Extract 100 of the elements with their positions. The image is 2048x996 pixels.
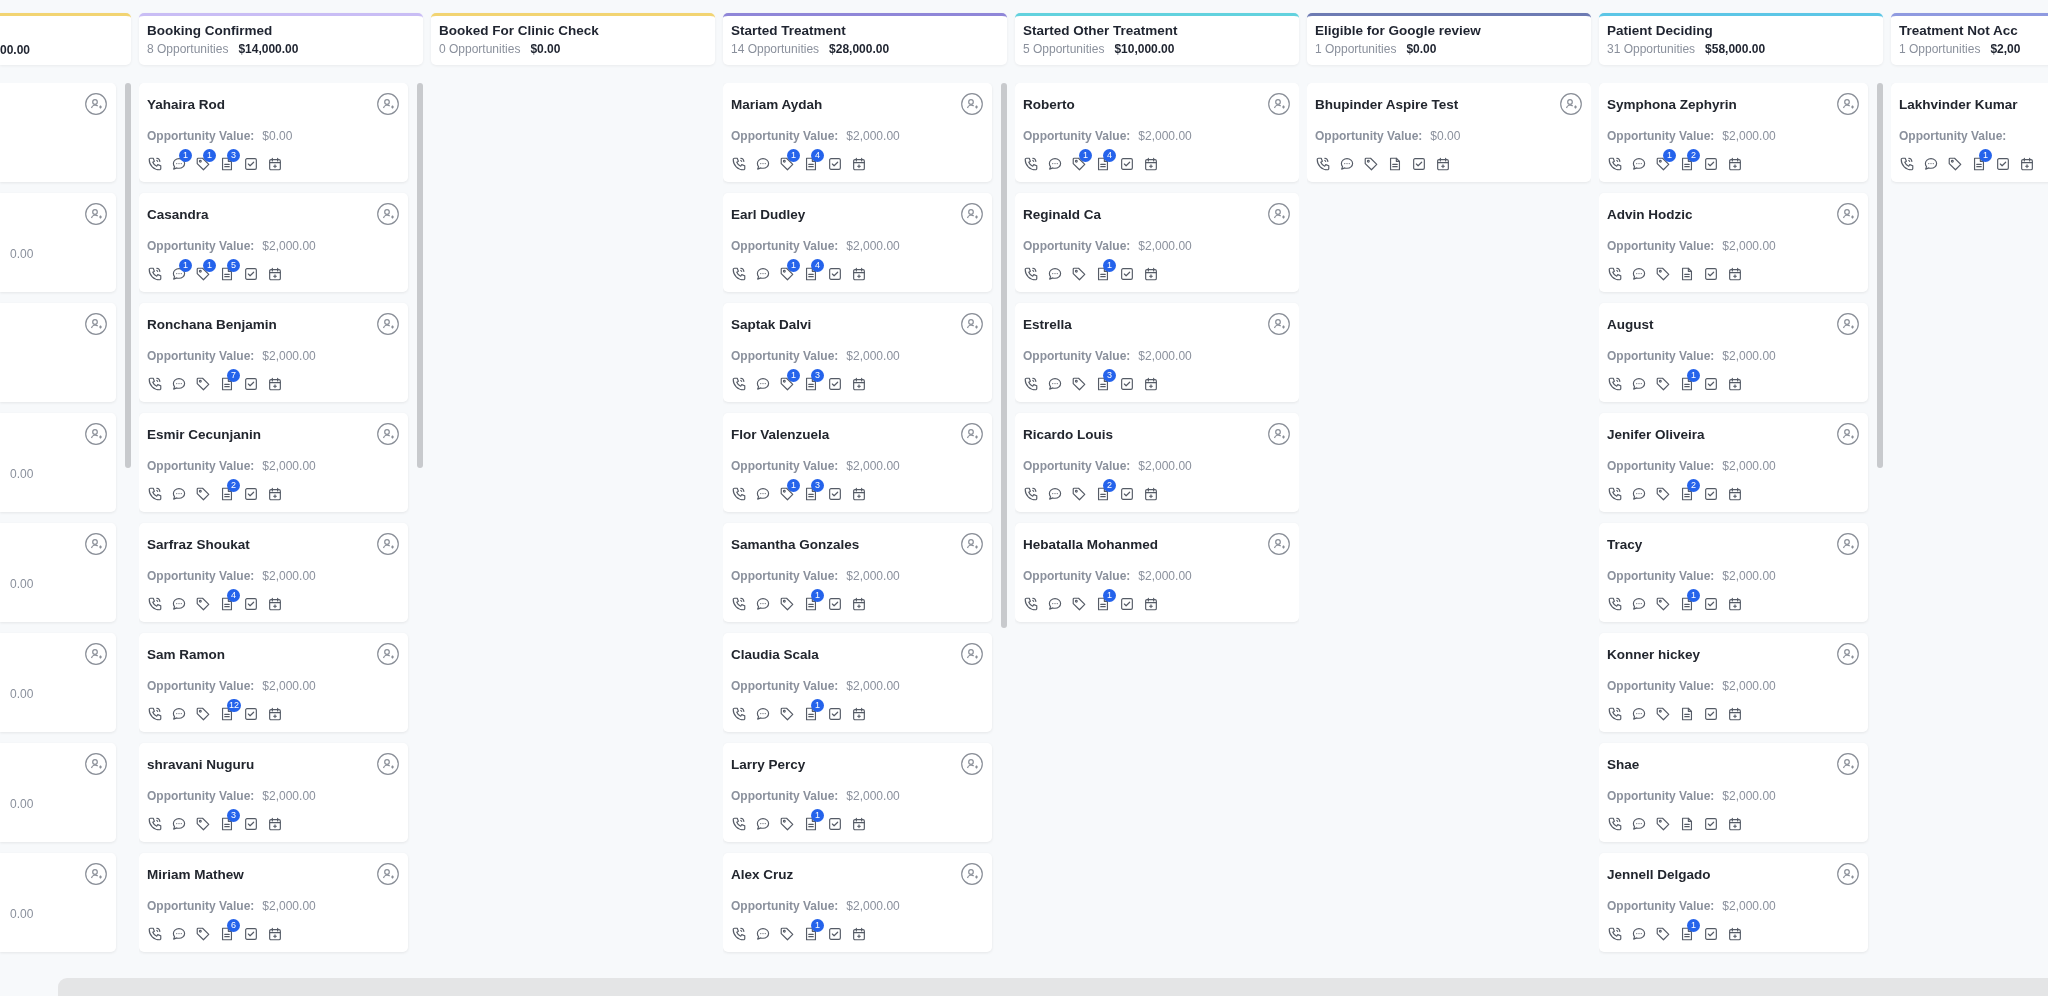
- tag-icon[interactable]: [195, 926, 211, 942]
- contact-name[interactable]: Ricardo Louis: [1023, 426, 1113, 442]
- assign-user-icon[interactable]: [377, 533, 399, 555]
- chat-icon[interactable]: [755, 266, 771, 282]
- checkbox-icon[interactable]: [243, 266, 259, 282]
- tag-icon[interactable]: [779, 376, 795, 392]
- chat-icon[interactable]: [1047, 596, 1063, 612]
- checkbox-icon[interactable]: [1703, 706, 1719, 722]
- document-icon[interactable]: [1971, 156, 1987, 172]
- document-icon[interactable]: [1679, 926, 1695, 942]
- calendar-icon[interactable]: [851, 266, 867, 282]
- phone-icon[interactable]: [731, 816, 747, 832]
- contact-name[interactable]: Advin Hodzic: [1607, 206, 1693, 222]
- opportunity-card[interactable]: Larry Percy Opportunity Value: $2,000.00 1: [723, 743, 992, 842]
- chat-icon[interactable]: [1631, 926, 1647, 942]
- assign-user-icon[interactable]: [85, 643, 107, 665]
- checkbox-icon[interactable]: [827, 816, 843, 832]
- assign-user-icon[interactable]: [1837, 93, 1859, 115]
- chat-icon[interactable]: [755, 486, 771, 502]
- checkbox-icon[interactable]: [1119, 596, 1135, 612]
- tag-icon[interactable]: [195, 266, 211, 282]
- opportunity-card[interactable]: Casandra Opportunity Value: $2,000.00 1 1 5: [139, 193, 408, 292]
- opportunity-card[interactable]: Roberto Opportunity Value: $2,000.00 1 4: [1015, 83, 1299, 182]
- phone-icon[interactable]: [1023, 266, 1039, 282]
- chat-icon[interactable]: [171, 376, 187, 392]
- chat-icon[interactable]: [171, 266, 187, 282]
- checkbox-icon[interactable]: [1703, 596, 1719, 612]
- calendar-icon[interactable]: [1727, 156, 1743, 172]
- phone-icon[interactable]: [731, 706, 747, 722]
- document-icon[interactable]: [803, 816, 819, 832]
- checkbox-icon[interactable]: [1703, 926, 1719, 942]
- contact-name[interactable]: Jenifer Oliveira: [1607, 426, 1705, 442]
- calendar-icon[interactable]: [1727, 816, 1743, 832]
- document-icon[interactable]: [219, 596, 235, 612]
- opportunity-card[interactable]: Samantha Gonzales Opportunity Value: $2,000.00 1: [723, 523, 992, 622]
- calendar-icon[interactable]: [851, 596, 867, 612]
- calendar-icon[interactable]: [1727, 266, 1743, 282]
- scrollbar[interactable]: [1001, 83, 1007, 628]
- phone-icon[interactable]: [1607, 486, 1623, 502]
- phone-icon[interactable]: [147, 376, 163, 392]
- document-icon[interactable]: [219, 266, 235, 282]
- assign-user-icon[interactable]: [377, 643, 399, 665]
- contact-name[interactable]: Symphona Zephyrin: [1607, 96, 1737, 112]
- calendar-icon[interactable]: [851, 156, 867, 172]
- chat-icon[interactable]: [1923, 156, 1939, 172]
- tag-icon[interactable]: [195, 596, 211, 612]
- chat-icon[interactable]: [171, 156, 187, 172]
- scrollbar[interactable]: [1877, 83, 1883, 468]
- chat-icon[interactable]: [171, 596, 187, 612]
- opportunity-card[interactable]: Lakhvinder Kumar Opportunity Value: 1: [1891, 83, 2048, 182]
- opportunity-card[interactable]: Bhupinder Aspire Test Opportunity Value: $0.00: [1307, 83, 1591, 182]
- tag-icon[interactable]: [1655, 156, 1671, 172]
- checkbox-icon[interactable]: [1995, 156, 2011, 172]
- contact-name[interactable]: Lakhvinder Kumar: [1899, 96, 2018, 112]
- opportunity-card[interactable]: Shae Opportunity Value: $2,000.00: [1599, 743, 1868, 842]
- checkbox-icon[interactable]: [243, 156, 259, 172]
- checkbox-icon[interactable]: [1119, 266, 1135, 282]
- scrollbar[interactable]: [125, 83, 131, 468]
- tag-icon[interactable]: [195, 816, 211, 832]
- checkbox-icon[interactable]: [1119, 156, 1135, 172]
- contact-name[interactable]: Earl Dudley: [731, 206, 806, 222]
- tag-icon[interactable]: [779, 816, 795, 832]
- calendar-icon[interactable]: [851, 486, 867, 502]
- assign-user-icon[interactable]: [961, 863, 983, 885]
- tag-icon[interactable]: [195, 706, 211, 722]
- checkbox-icon[interactable]: [827, 486, 843, 502]
- contact-name[interactable]: Sam Ramon: [147, 646, 226, 662]
- checkbox-icon[interactable]: [243, 926, 259, 942]
- calendar-icon[interactable]: [1727, 486, 1743, 502]
- assign-user-icon[interactable]: [85, 313, 107, 335]
- assign-user-icon[interactable]: [1268, 203, 1290, 225]
- assign-user-icon[interactable]: [377, 753, 399, 775]
- contact-name[interactable]: Tracy: [1607, 536, 1643, 552]
- chat-icon[interactable]: [1047, 156, 1063, 172]
- contact-name[interactable]: Estrella: [1023, 316, 1072, 332]
- contact-name[interactable]: Larry Percy: [731, 756, 806, 772]
- checkbox-icon[interactable]: [1703, 266, 1719, 282]
- phone-icon[interactable]: [731, 486, 747, 502]
- calendar-icon[interactable]: [1727, 376, 1743, 392]
- checkbox-icon[interactable]: [243, 596, 259, 612]
- contact-name[interactable]: Samantha Gonzales: [731, 536, 860, 552]
- chat-icon[interactable]: [1631, 376, 1647, 392]
- calendar-icon[interactable]: [851, 926, 867, 942]
- phone-icon[interactable]: [731, 266, 747, 282]
- opportunity-card[interactable]: Saptak Dalvi Opportunity Value: $2,000.00 1 3: [723, 303, 992, 402]
- chat-icon[interactable]: [755, 706, 771, 722]
- document-icon[interactable]: [803, 486, 819, 502]
- checkbox-icon[interactable]: [243, 376, 259, 392]
- phone-icon[interactable]: [147, 926, 163, 942]
- contact-name[interactable]: Flor Valenzuela: [731, 426, 830, 442]
- calendar-icon[interactable]: [1143, 376, 1159, 392]
- document-icon[interactable]: [803, 266, 819, 282]
- phone-icon[interactable]: [1607, 596, 1623, 612]
- phone-icon[interactable]: [1023, 156, 1039, 172]
- document-icon[interactable]: [1679, 816, 1695, 832]
- calendar-icon[interactable]: [267, 156, 283, 172]
- calendar-icon[interactable]: [1727, 596, 1743, 612]
- calendar-icon[interactable]: [267, 926, 283, 942]
- calendar-icon[interactable]: [267, 486, 283, 502]
- checkbox-icon[interactable]: [827, 156, 843, 172]
